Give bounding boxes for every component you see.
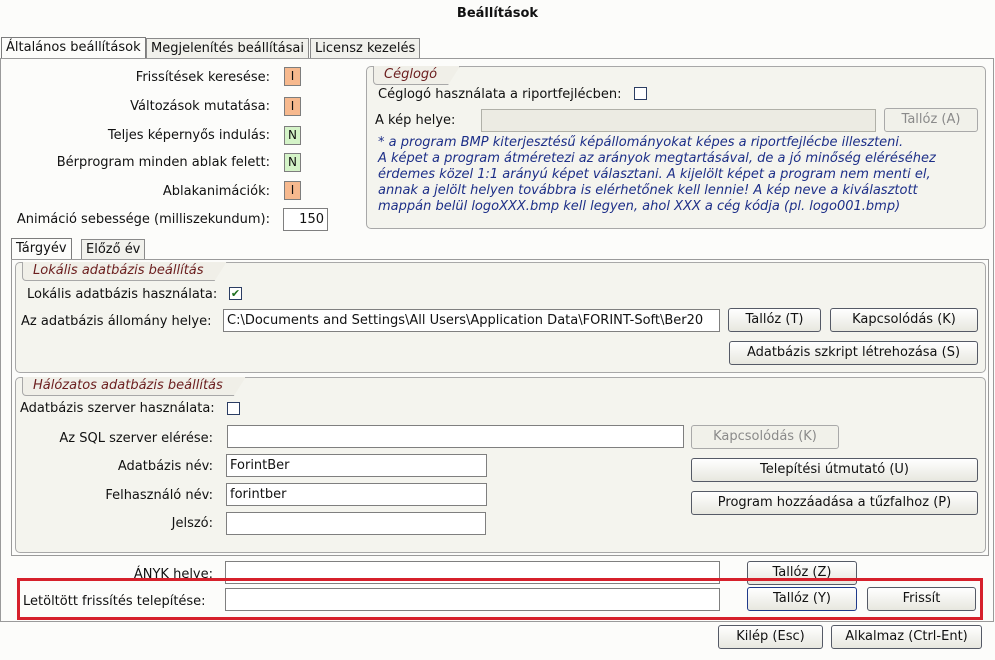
install-guide-button[interactable]: Telepítési útmutató (U) — [691, 458, 978, 482]
always-on-top-flag[interactable]: N — [284, 153, 301, 172]
firewall-button[interactable]: Program hozzáadása a tűzfalhoz (P) — [691, 491, 978, 515]
window-title: Beállítások — [456, 6, 539, 21]
anyk-browse-button[interactable]: Tallóz (Z) — [747, 561, 857, 585]
local-db-use-label: Lokális adatbázis használata: — [27, 287, 218, 302]
network-db-legend: Hálózatos adatbázis beállítás — [22, 377, 246, 396]
user-name-input[interactable]: forintber — [226, 483, 487, 506]
password-input[interactable] — [226, 512, 486, 535]
tab-current-year[interactable]: Tárgyév — [11, 238, 72, 261]
ceglogo-use-checkbox[interactable] — [634, 87, 647, 100]
db-name-label: Adatbázis név: — [117, 459, 213, 474]
network-db-use-checkbox[interactable] — [227, 402, 240, 415]
ceglogo-path-label: A kép helye: — [375, 113, 456, 128]
ceglogo-legend: Céglogó — [373, 66, 460, 85]
network-db-use-label: Adatbázis szerver használata: — [20, 401, 215, 416]
tab-license[interactable]: Licensz kezelés — [310, 38, 421, 59]
db-script-button[interactable]: Adatbázis szkript létrehozása (S) — [729, 341, 978, 365]
local-db-path-label: Az adatbázis állomány helye: — [21, 314, 212, 329]
local-db-connect-button[interactable]: Kapcsolódás (K) — [830, 308, 978, 332]
sql-server-label: Az SQL szerver elérése: — [59, 431, 213, 446]
update-install-label: Letöltött frissítés telepítése: — [23, 594, 206, 609]
animations-flag[interactable]: I — [284, 181, 301, 200]
update-refresh-button[interactable]: Frissít — [867, 587, 976, 611]
ceglogo-note-line: érdemes közel 1:1 arányú képet választan… — [378, 167, 931, 182]
changes-flag[interactable]: I — [284, 97, 301, 116]
update-install-input[interactable] — [225, 588, 720, 611]
anyk-path-label: ÁNYK helye: — [133, 567, 213, 582]
update-browse-button[interactable]: Tallóz (Y) — [747, 587, 857, 611]
fullscreen-flag[interactable]: N — [284, 126, 301, 145]
ceglogo-note-line: A képet a program átméretezi az arányok … — [378, 151, 936, 166]
sql-server-input[interactable] — [227, 425, 684, 448]
ceglogo-browse-button[interactable]: Tallóz (A) — [884, 108, 978, 132]
apply-button[interactable]: Alkalmaz (Ctrl-Ent) — [831, 625, 982, 649]
anyk-path-input[interactable] — [225, 561, 720, 584]
ceglogo-note-line: annak a jelölt helyen továbbra is elérhe… — [378, 183, 918, 198]
user-name-label: Felhasználó név: — [105, 488, 213, 503]
animation-speed-label: Animáció sebessége (milliszekundum): — [16, 212, 270, 227]
local-db-use-checkbox[interactable]: ✔ — [229, 287, 242, 300]
ceglogo-note-line: * a program BMP kiterjesztésű képállomán… — [378, 135, 904, 150]
animations-label: Ablakanimációk: — [162, 184, 270, 199]
ceglogo-path-input[interactable] — [481, 109, 876, 132]
tab-general[interactable]: Általános beállítások — [1, 37, 146, 60]
db-name-input[interactable]: ForintBer — [226, 454, 487, 477]
always-on-top-label: Bérprogram minden ablak felett: — [56, 155, 270, 170]
changes-label: Változások mutatása: — [130, 99, 270, 114]
local-db-legend: Lokális adatbázis beállítás — [22, 262, 227, 281]
tab-previous-year[interactable]: Előző év — [81, 239, 146, 260]
ceglogo-use-label: Céglogó használata a riportfejlécben: — [378, 87, 622, 102]
password-label: Jelszó: — [171, 516, 213, 531]
local-db-browse-button[interactable]: Tallóz (T) — [728, 308, 821, 332]
fullscreen-label: Teljes képernyős indulás: — [107, 128, 270, 143]
tab-display[interactable]: Megjelenítés beállításai — [146, 38, 310, 59]
ceglogo-note-line: mappán belül logoXXX.bmp kell legyen, ah… — [378, 199, 901, 214]
animation-speed-input[interactable]: 150 — [283, 208, 328, 231]
exit-button[interactable]: Kilép (Esc) — [718, 625, 823, 649]
update-check-label: Frissítések keresése: — [135, 70, 270, 85]
network-connect-button[interactable]: Kapcsolódás (K) — [691, 425, 839, 449]
update-check-flag[interactable]: I — [284, 67, 301, 86]
local-db-path-input[interactable]: C:\Documents and Settings\All Users\Appl… — [223, 309, 720, 332]
